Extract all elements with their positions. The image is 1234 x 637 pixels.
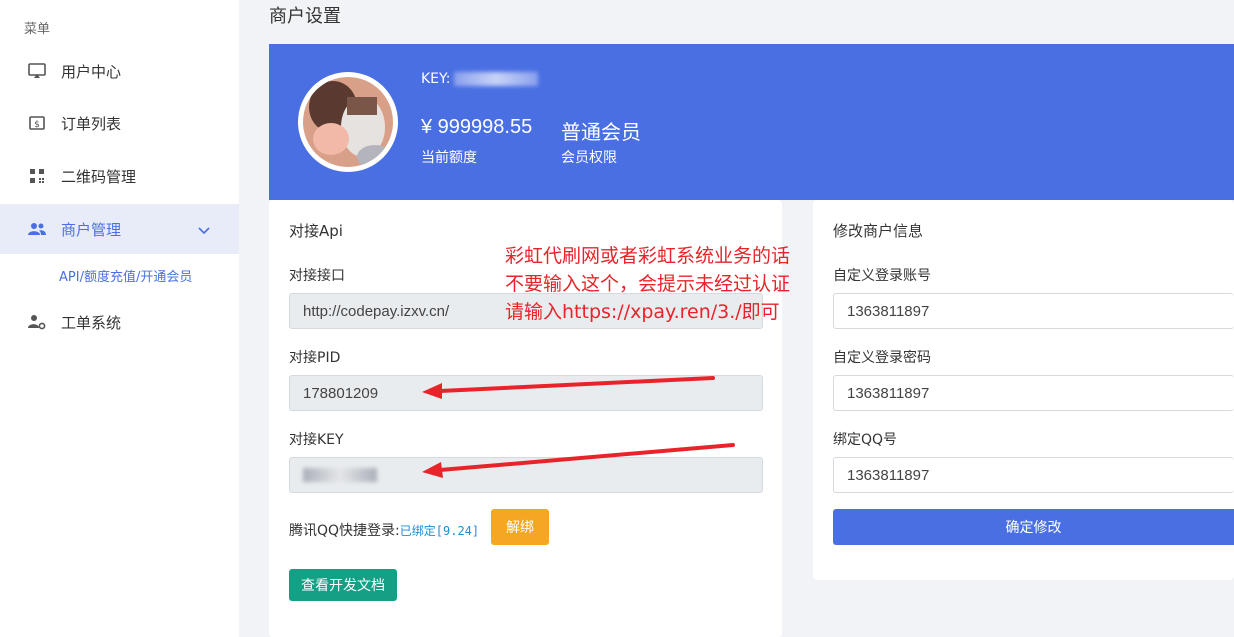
pid-field[interactable]: 178801209: [289, 375, 763, 411]
sidebar-item-label: 用户中心: [61, 62, 122, 81]
qq-login-status: 已绑定[9.24]: [399, 524, 480, 538]
sidebar-item-user-center[interactable]: 用户中心: [0, 46, 239, 96]
sidebar-item-orders[interactable]: $ 订单列表: [0, 98, 239, 148]
account-banner: KEY: ¥ 999998.55 当前额度 普通会员 会员权限: [269, 44, 1234, 200]
account-label: 自定义登录账号: [833, 268, 931, 284]
svg-text:$: $: [34, 120, 40, 130]
dollar-receipt-icon: $: [28, 114, 46, 132]
key-field[interactable]: [289, 457, 763, 493]
password-label: 自定义登录密码: [833, 350, 931, 366]
membership-level: 普通会员: [561, 120, 641, 144]
membership-label: 会员权限: [561, 150, 617, 166]
key-label: 对接KEY: [289, 432, 344, 448]
avatar-image: [303, 77, 393, 167]
sidebar-item-tickets[interactable]: 工单系统: [0, 297, 239, 347]
pid-label: 对接PID: [289, 350, 341, 366]
docs-button[interactable]: 查看开发文档: [289, 569, 397, 601]
key-redacted: [303, 468, 377, 482]
annotation-line: 请输入https://xpay.ren/3./即可: [505, 301, 780, 323]
account-input[interactable]: [833, 293, 1234, 329]
sidebar-subitem-api[interactable]: API/额度充值/开通会员: [59, 266, 192, 285]
sidebar-item-label: 二维码管理: [61, 167, 137, 186]
unbind-button[interactable]: 解绑: [491, 509, 549, 545]
qrcode-icon: [28, 167, 46, 185]
qq-login-label: 腾讯QQ快捷登录:: [289, 523, 400, 539]
sidebar-item-label: 商户管理: [61, 220, 122, 239]
sidebar-item-qrcode[interactable]: 二维码管理: [0, 151, 239, 201]
menu-title: 菜单: [24, 22, 51, 37]
sidebar: 菜单 用户中心 $ 订单列表 二维码管理 商户管理 API/额度充值/开通会员 …: [0, 0, 239, 637]
sidebar-item-label: 订单列表: [61, 114, 122, 133]
avatar: [298, 72, 398, 172]
qq-login-line: 腾讯QQ快捷登录:已绑定[9.24]: [289, 520, 479, 540]
balance-label: 当前额度: [421, 150, 477, 166]
merchant-card: 修改商户信息 自定义登录账号 自定义登录密码 绑定QQ号 确定修改: [813, 200, 1234, 580]
sidebar-item-merchant[interactable]: 商户管理: [0, 204, 239, 254]
chevron-down-icon[interactable]: [198, 220, 210, 239]
user-gear-icon: [28, 313, 46, 331]
annotation-note: 彩虹代刷网或者彩虹系统业务的话 不要输入这个，会提示未经过认证 请输入https…: [505, 242, 790, 326]
password-input[interactable]: [833, 375, 1234, 411]
api-card-title: 对接Api: [289, 222, 343, 240]
balance-amount: ¥ 999998.55: [421, 116, 533, 138]
monitor-icon: [28, 62, 46, 80]
merchant-card-title: 修改商户信息: [833, 222, 924, 240]
submit-button[interactable]: 确定修改: [833, 509, 1234, 545]
key-redacted: [454, 72, 539, 86]
annotation-line: 不要输入这个，会提示未经过认证: [505, 273, 791, 295]
key-line: KEY:: [421, 71, 539, 87]
users-icon: [28, 220, 46, 238]
sidebar-item-label: 工单系统: [61, 313, 122, 332]
annotation-line: 彩虹代刷网或者彩虹系统业务的话: [505, 245, 791, 267]
qq-label: 绑定QQ号: [833, 432, 898, 448]
page-title: 商户设置: [269, 6, 341, 27]
endpoint-label: 对接接口: [289, 268, 345, 284]
key-label: KEY:: [421, 71, 451, 87]
qq-input[interactable]: [833, 457, 1234, 493]
